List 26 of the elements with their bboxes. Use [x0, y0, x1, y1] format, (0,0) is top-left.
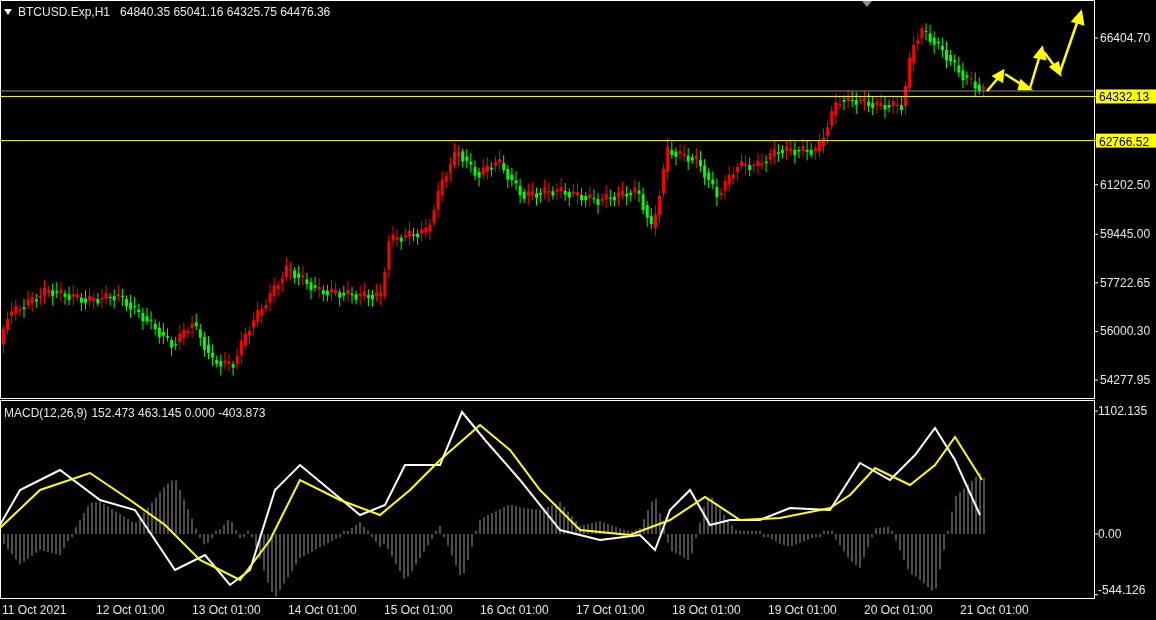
macd-axis-label: 1102.135: [1098, 404, 1148, 418]
symbol-title: BTCUSD.Exp,H1: [18, 4, 111, 21]
time-axis-label: 16 Oct 01:00: [480, 603, 549, 617]
time-axis-label: 11 Oct 2021: [2, 603, 67, 617]
time-axis-label: 21 Oct 01:00: [960, 603, 1029, 617]
time-axis-label: 20 Oct 01:00: [864, 603, 933, 617]
macd-values: 152.473 463.145 0.000 -403.873: [91, 405, 266, 422]
time-axis-label: 19 Oct 01:00: [768, 603, 837, 617]
macd-axis-label: 0.00: [1098, 527, 1122, 541]
time-axis-label: 12 Oct 01:00: [96, 603, 165, 617]
time-axis-label: 13 Oct 01:00: [192, 603, 261, 617]
macd-title: MACD(12,26,9): [4, 405, 88, 422]
macd-axis-label: -544.126: [1098, 583, 1146, 597]
time-axis-label: 18 Oct 01:00: [672, 603, 741, 617]
price-axis-label: 61202.50: [1100, 177, 1151, 192]
price-axis-label: 56000.30: [1100, 324, 1151, 339]
time-axis-label: 17 Oct 01:00: [576, 603, 645, 617]
price-tag: 64332.13: [1096, 89, 1156, 105]
price-axis-label: 59445.00: [1100, 227, 1151, 242]
price-axis-label: 54277.95: [1100, 373, 1151, 387]
ohlc-values: 64840.35 65041.16 64325.75 64476.36: [120, 4, 331, 21]
price-axis-label: 66404.70: [1100, 31, 1151, 45]
time-axis-label: 14 Oct 01:00: [288, 603, 357, 617]
price-tag: 62766.52: [1096, 133, 1156, 149]
price-axis-label: 57722.65: [1100, 275, 1151, 290]
time-axis-label: 15 Oct 01:00: [384, 603, 453, 617]
